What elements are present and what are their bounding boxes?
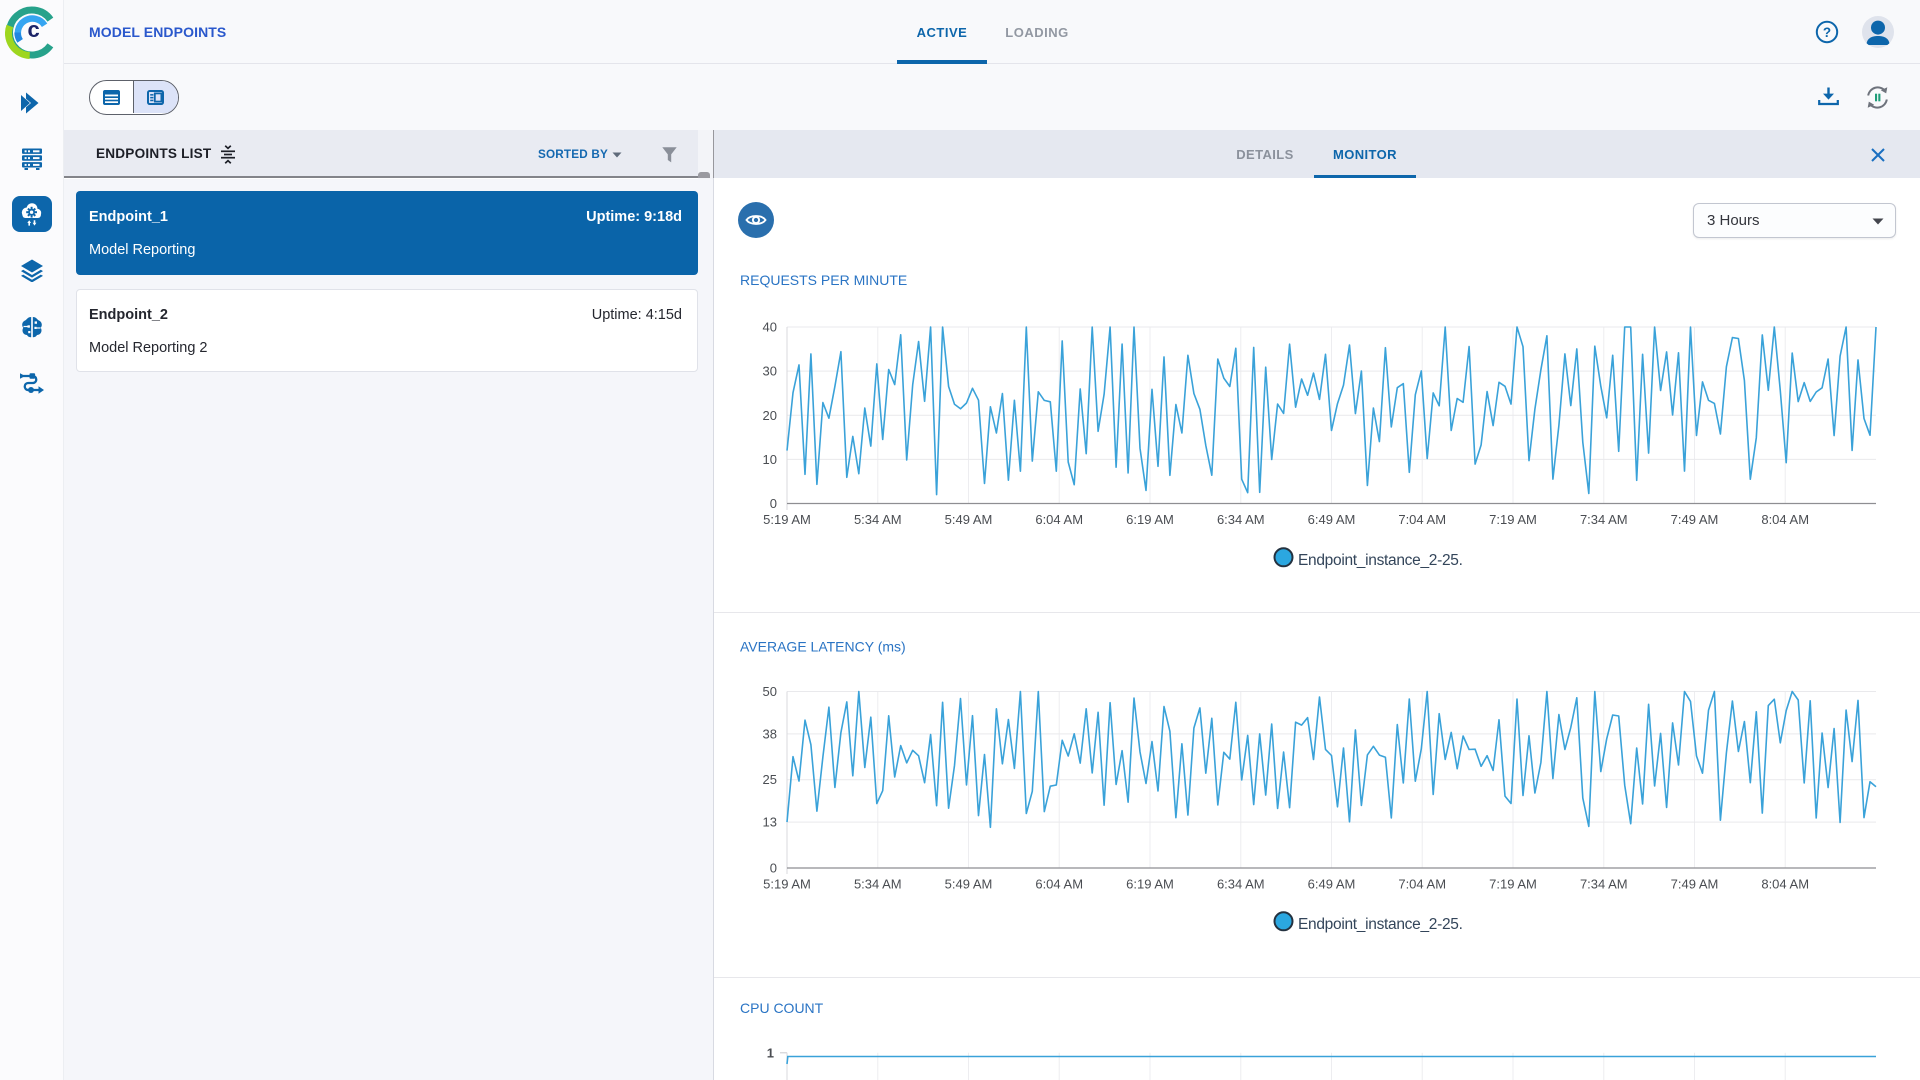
svg-text:?: ? xyxy=(1823,25,1831,40)
svg-text:8:04 AM: 8:04 AM xyxy=(1761,512,1809,527)
svg-text:5:49 AM: 5:49 AM xyxy=(945,877,993,892)
svg-text:6:04 AM: 6:04 AM xyxy=(1035,877,1083,892)
svg-text:5:19 AM: 5:19 AM xyxy=(763,512,811,527)
svg-text:REQUESTS PER MINUTE: REQUESTS PER MINUTE xyxy=(740,272,907,288)
svg-text:5:34 AM: 5:34 AM xyxy=(854,512,902,527)
svg-text:Endpoint_instance_2-25.: Endpoint_instance_2-25. xyxy=(1298,916,1463,933)
svg-text:AVERAGE LATENCY (ms): AVERAGE LATENCY (ms) xyxy=(740,639,906,655)
svg-text:7:04 AM: 7:04 AM xyxy=(1398,512,1446,527)
svg-text:Endpoint_instance_2-25.: Endpoint_instance_2-25. xyxy=(1298,552,1463,569)
svg-text:6:34 AM: 6:34 AM xyxy=(1217,877,1265,892)
svg-text:20: 20 xyxy=(763,408,777,423)
svg-text:7:19 AM: 7:19 AM xyxy=(1489,877,1537,892)
svg-text:6:49 AM: 6:49 AM xyxy=(1308,512,1356,527)
svg-text:13: 13 xyxy=(763,815,777,830)
svg-text:6:19 AM: 6:19 AM xyxy=(1126,877,1174,892)
svg-text:5:34 AM: 5:34 AM xyxy=(854,877,902,892)
svg-text:6:19 AM: 6:19 AM xyxy=(1126,512,1174,527)
svg-text:7:04 AM: 7:04 AM xyxy=(1398,877,1446,892)
svg-text:8:04 AM: 8:04 AM xyxy=(1761,877,1809,892)
svg-text:30: 30 xyxy=(763,364,777,379)
svg-text:0: 0 xyxy=(770,496,777,511)
svg-text:6:49 AM: 6:49 AM xyxy=(1308,877,1356,892)
svg-text:CPU COUNT: CPU COUNT xyxy=(740,1000,824,1016)
svg-text:7:49 AM: 7:49 AM xyxy=(1671,877,1719,892)
svg-text:0: 0 xyxy=(770,861,777,876)
svg-text:40: 40 xyxy=(763,320,777,335)
svg-text:7:34 AM: 7:34 AM xyxy=(1580,877,1628,892)
svg-text:5:49 AM: 5:49 AM xyxy=(945,512,993,527)
svg-text:7:49 AM: 7:49 AM xyxy=(1671,512,1719,527)
svg-text:5:19 AM: 5:19 AM xyxy=(763,877,811,892)
svg-text:50: 50 xyxy=(763,684,777,699)
svg-text:1: 1 xyxy=(767,1045,774,1060)
svg-text:38: 38 xyxy=(763,726,777,741)
svg-text:7:34 AM: 7:34 AM xyxy=(1580,512,1628,527)
svg-text:c: c xyxy=(28,17,40,42)
svg-text:7:19 AM: 7:19 AM xyxy=(1489,512,1537,527)
svg-text:6:04 AM: 6:04 AM xyxy=(1035,512,1083,527)
svg-text:10: 10 xyxy=(763,452,777,467)
svg-text:6:34 AM: 6:34 AM xyxy=(1217,512,1265,527)
svg-text:25: 25 xyxy=(763,772,777,787)
